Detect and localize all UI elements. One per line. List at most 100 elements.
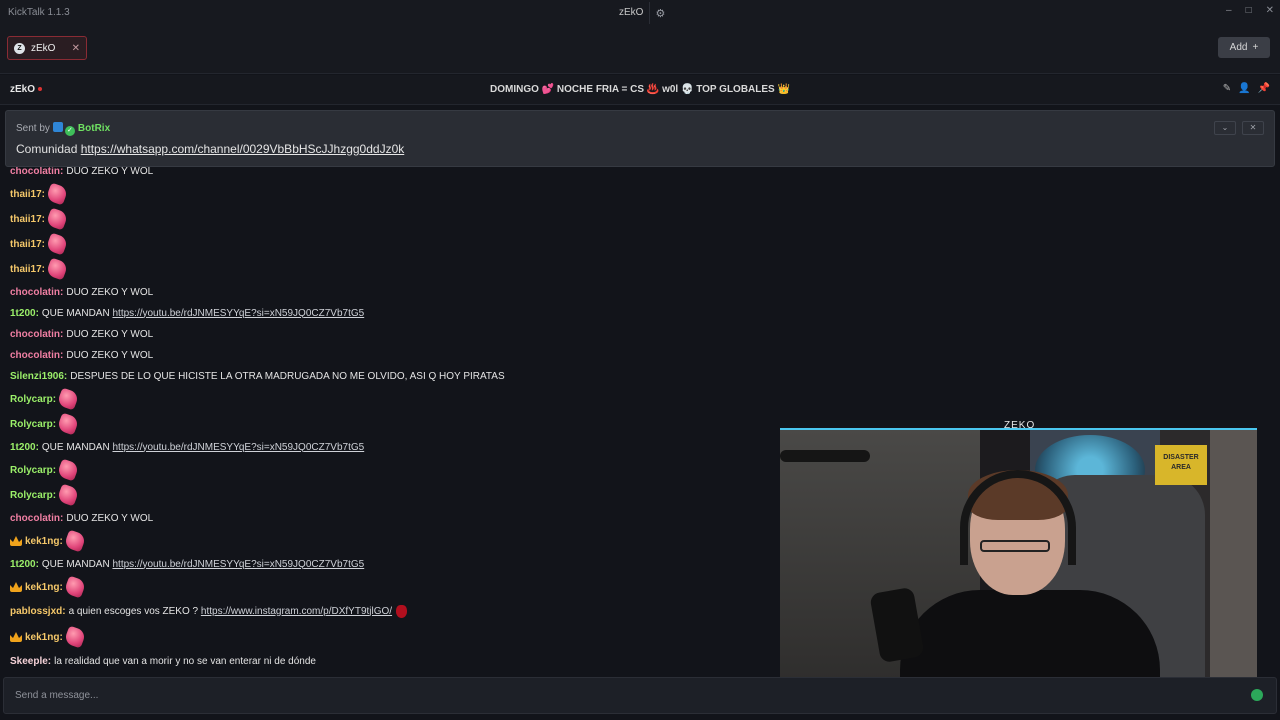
pink-emote-icon — [56, 412, 80, 436]
red-emote-icon — [396, 604, 408, 618]
app-title: KickTalk 1.1.3 — [8, 7, 70, 18]
emote-picker-icon[interactable] — [1251, 689, 1263, 701]
username[interactable]: Rolycarp: — [10, 490, 56, 501]
pink-emote-icon — [45, 257, 69, 281]
message-link[interactable]: https://youtu.be/rdJNMESYYqE?si=xN59JQ0C… — [112, 559, 364, 570]
channel-tab-label[interactable]: zEkO — [31, 43, 66, 54]
message-link[interactable]: https://youtu.be/rdJNMESYYqE?si=xN59JQ0C… — [112, 308, 364, 319]
center-tab-label[interactable]: zEkO — [613, 2, 651, 24]
crown-badge-icon — [10, 582, 22, 592]
username[interactable]: pablossjxd: — [10, 606, 66, 617]
username[interactable]: kek1ng: — [25, 536, 63, 547]
message-text: DUO ZEKO Y WOL — [66, 512, 154, 524]
username[interactable]: chocolatin: — [10, 166, 63, 177]
chat-message: Rolycarp: — [10, 483, 80, 507]
message-text: DUO ZEKO Y WOL — [66, 286, 154, 298]
channel-header: zEkO DOMINGO 💕 NOCHE FRIA = CS ♨️ w0l 💀 … — [0, 75, 1280, 105]
chat-message: thaii17: — [10, 232, 69, 256]
title-bar: KickTalk 1.1.3 zEkO ⚙ – □ ✕ — [0, 0, 1280, 26]
pinned-link[interactable]: https://whatsapp.com/channel/0029VbBbHSc… — [81, 142, 405, 156]
chat-message: chocolatin: DUO ZEKO Y WOL — [10, 324, 153, 344]
username[interactable]: Skeeple: — [10, 656, 51, 667]
message-input-bar[interactable]: Send a message... — [3, 677, 1277, 714]
chat-message: kek1ng: — [10, 625, 87, 649]
username[interactable]: kek1ng: — [25, 582, 63, 593]
pin-icon[interactable]: ✎ — [1223, 83, 1231, 94]
center-tab[interactable]: zEkO ⚙ — [613, 2, 670, 24]
message-text: DUO ZEKO Y WOL — [66, 165, 154, 177]
username[interactable]: thaii17: — [10, 214, 45, 225]
user-icon[interactable]: 👤 — [1238, 83, 1250, 94]
chat-message: thaii17: — [10, 257, 69, 281]
chat-message: kek1ng: — [10, 529, 87, 553]
chat-message: 1t200: QUE MANDAN https://youtu.be/rdJNME… — [10, 437, 364, 457]
botrix-icon — [52, 122, 63, 132]
message-input[interactable]: Send a message... — [15, 690, 98, 701]
crown-badge-icon — [10, 536, 22, 546]
message-text: DESPUES DE LO QUE HICISTE LA OTRA MADRUG… — [70, 370, 505, 382]
message-text: a quien escoges vos ZEKO ? — [68, 605, 199, 617]
chevron-down-icon: ⌄ — [1221, 123, 1229, 132]
unpin-button[interactable]: ✕ — [1242, 121, 1264, 135]
maximize-button[interactable]: □ — [1246, 5, 1252, 16]
close-window-button[interactable]: ✕ — [1266, 5, 1274, 16]
pink-emote-icon — [45, 232, 69, 256]
chat-message: chocolatin: DUO ZEKO Y WOL — [10, 345, 153, 365]
username[interactable]: 1t200: — [10, 308, 39, 319]
pinned-text: Comunidad https://whatsapp.com/channel/0… — [16, 142, 404, 156]
message-link[interactable]: https://youtu.be/rdJNMESYYqE?si=xN59JQ0C… — [112, 442, 364, 453]
pink-emote-icon — [63, 575, 87, 599]
channel-tab[interactable]: Z zEkO ✕ — [7, 36, 87, 60]
username[interactable]: Rolycarp: — [10, 394, 56, 405]
chat-message: chocolatin: DUO ZEKO Y WOL — [10, 282, 153, 302]
tab-strip: Z zEkO ✕ Add + — [0, 26, 1280, 74]
username[interactable]: thaii17: — [10, 239, 45, 250]
pink-emote-icon — [56, 483, 80, 507]
message-text: DUO ZEKO Y WOL — [66, 349, 154, 361]
pushpin-icon[interactable]: 📌 — [1258, 83, 1270, 94]
username[interactable]: Rolycarp: — [10, 419, 56, 430]
username[interactable]: thaii17: — [10, 264, 45, 275]
sent-by-label: Sent by — [16, 123, 50, 134]
window-controls: – □ ✕ — [1226, 5, 1274, 16]
pink-emote-icon — [45, 207, 69, 231]
message-text: DUO ZEKO Y WOL — [66, 328, 154, 340]
username[interactable]: 1t200: — [10, 442, 39, 453]
chat-message: kek1ng: — [10, 575, 87, 599]
username[interactable]: thaii17: — [10, 189, 45, 200]
pink-emote-icon — [63, 625, 87, 649]
chat-message: Rolycarp: — [10, 387, 80, 411]
chat-message: thaii17: — [10, 207, 69, 231]
username[interactable]: kek1ng: — [25, 632, 63, 643]
chat-list[interactable]: chocolatin: DUO ZEKO Y WOL thaii17: thaii… — [0, 164, 780, 672]
chat-message: Silenzi1906: DESPUES DE LO QUE HICISTE LA… — [10, 366, 505, 386]
bot-name[interactable]: BotRix — [78, 123, 110, 134]
collapse-pinned-button[interactable]: ⌄ — [1214, 121, 1236, 135]
message-link[interactable]: https://www.instagram.com/p/DXfYT9tjlGO/ — [201, 606, 392, 617]
message-text: QUE MANDAN — [41, 441, 110, 453]
username[interactable]: chocolatin: — [10, 287, 63, 298]
pinned-message: Sent by ✓ BotRix Comunidad https://whatsap… — [5, 110, 1275, 167]
message-text: QUE MANDAN — [41, 307, 110, 319]
minimize-button[interactable]: – — [1226, 5, 1232, 16]
disaster-sign: DISASTER AREA — [1155, 445, 1207, 485]
pinned-prefix: Comunidad — [16, 142, 81, 156]
username[interactable]: 1t200: — [10, 559, 39, 570]
message-text: QUE MANDAN — [41, 558, 110, 570]
username[interactable]: chocolatin: — [10, 513, 63, 524]
add-channel-button[interactable]: Add + — [1218, 37, 1270, 58]
pink-emote-icon — [63, 529, 87, 553]
username[interactable]: chocolatin: — [10, 329, 63, 340]
stream-video[interactable]: DISASTER AREA Z — [780, 428, 1257, 696]
stream-title: DOMINGO 💕 NOCHE FRIA = CS ♨️ w0l 💀 TOP G… — [490, 84, 790, 95]
pink-emote-icon — [56, 458, 80, 482]
chat-message: Skeeple: la realidad que van a morir y no… — [10, 651, 316, 671]
username[interactable]: chocolatin: — [10, 350, 63, 361]
close-tab-icon[interactable]: ✕ — [72, 43, 80, 54]
pink-emote-icon — [45, 182, 69, 206]
chat-message: 1t200: QUE MANDAN https://youtu.be/rdJNME… — [10, 554, 364, 574]
username[interactable]: Rolycarp: — [10, 465, 56, 476]
gear-icon[interactable]: ⚙ — [650, 7, 670, 20]
crown-badge-icon — [10, 632, 22, 642]
username[interactable]: Silenzi1906: — [10, 371, 67, 382]
